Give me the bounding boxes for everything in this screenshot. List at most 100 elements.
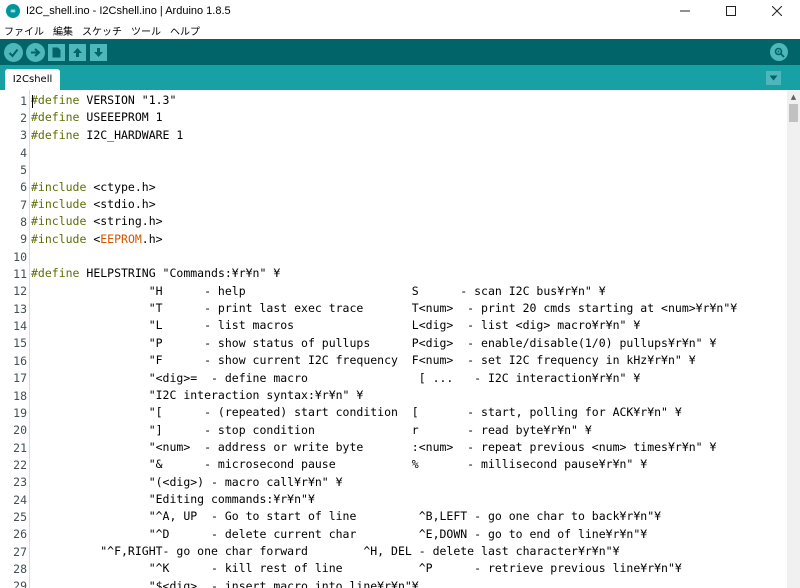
preprocessor-keyword: #define xyxy=(31,93,80,107)
code-line[interactable]: "(<dig>) - macro call¥r¥n" ¥ xyxy=(31,474,737,491)
line-number-text: 4 xyxy=(20,145,27,160)
code-line[interactable] xyxy=(31,161,737,178)
toolbar xyxy=(0,39,800,65)
tab-i2cshell[interactable]: I2Cshell xyxy=(5,69,60,90)
upload-icon xyxy=(31,47,41,57)
line-number-text: 7 xyxy=(20,197,27,212)
line-number: 25 xyxy=(0,508,27,525)
code-line[interactable]: "& - microsecond pause % - millisecond p… xyxy=(31,456,737,473)
new-sketch-button[interactable] xyxy=(48,43,65,61)
code-line[interactable]: #include <EEPROM.h> xyxy=(31,231,737,248)
menu-file[interactable]: ファイル xyxy=(4,23,44,38)
line-number-text: 20 xyxy=(13,423,27,438)
line-number-text: 25 xyxy=(13,509,27,524)
code-line[interactable]: "] - stop condition r - read byte¥r¥n" ¥ xyxy=(31,422,737,439)
line-number: 1 xyxy=(0,92,27,109)
verify-button[interactable] xyxy=(4,42,23,62)
code-line[interactable]: "^F,RIGHT- go one char forward ^H, DEL -… xyxy=(31,543,737,560)
open-button[interactable] xyxy=(69,43,86,61)
line-number: 29 xyxy=(0,578,27,588)
minimize-icon xyxy=(680,10,690,12)
line-number: 16 xyxy=(0,352,27,369)
code-text: "Editing commands:¥r¥n"¥ xyxy=(31,491,315,506)
preprocessor-keyword: #define xyxy=(31,266,80,281)
code-line[interactable]: "^A, UP - Go to start of line ^B,LEFT - … xyxy=(31,508,737,525)
library-keyword: EEPROM xyxy=(100,231,142,246)
code-line[interactable]: "T - print last exec trace T<num> - prin… xyxy=(31,300,738,317)
line-number: 18 xyxy=(0,387,27,404)
code-text-area[interactable]: #define VERSION "1.3" #define USEEEPROM 1… xyxy=(31,92,737,588)
code-line[interactable]: "I2C interaction syntax:¥r¥n" ¥ xyxy=(31,387,737,404)
code-line[interactable]: #define USEEEPROM 1 xyxy=(31,109,737,126)
serial-monitor-button[interactable] xyxy=(770,43,788,61)
serial-monitor-icon xyxy=(774,47,785,58)
code-line[interactable] xyxy=(31,144,737,161)
code-line[interactable]: #define VERSION "1.3" xyxy=(31,92,737,109)
line-number: 4 xyxy=(0,144,27,161)
menu-sketch[interactable]: スケッチ xyxy=(82,23,122,38)
arduino-logo-icon: ∞ xyxy=(6,4,20,18)
maximize-icon xyxy=(726,6,736,16)
line-number-text: 9 xyxy=(20,232,27,247)
code-line[interactable]: "F - show current I2C frequency F<num> -… xyxy=(31,352,737,369)
tab-bar: I2Cshell xyxy=(0,65,800,90)
menu-tools[interactable]: ツール xyxy=(131,23,161,38)
scrollbar-thumb[interactable] xyxy=(789,104,798,122)
verify-icon xyxy=(8,48,19,58)
preprocessor-keyword: #define xyxy=(31,127,80,142)
save-button[interactable] xyxy=(90,43,107,61)
code-line[interactable]: "P - show status of pullups P<dig> - ena… xyxy=(31,335,737,352)
line-number-text: 5 xyxy=(20,163,27,178)
line-number: 28 xyxy=(0,560,27,577)
code-line[interactable]: "L - list macros L<dig> - list <dig> mac… xyxy=(31,317,737,334)
new-icon xyxy=(52,47,61,57)
preprocessor-keyword: #include xyxy=(31,231,87,246)
scroll-up-icon[interactable]: ▲ xyxy=(787,90,800,103)
menu-edit[interactable]: 編集 xyxy=(53,23,73,38)
close-icon xyxy=(772,6,782,16)
line-number: 6 xyxy=(0,179,27,196)
code-line[interactable]: #define I2C_HARDWARE 1 xyxy=(31,127,737,144)
code-line[interactable]: "<dig>= - define macro [ ... - I2C inter… xyxy=(31,370,737,387)
line-number-text: 12 xyxy=(13,284,27,299)
preprocessor-keyword: #define xyxy=(31,110,80,125)
upload-button[interactable] xyxy=(26,42,45,62)
code-line[interactable]: "Editing commands:¥r¥n"¥ xyxy=(31,491,737,508)
code-line[interactable]: "$<dig> - insert macro into line¥r¥n"¥ xyxy=(31,578,737,588)
code-text: "P - show status of pullups P<dig> - ena… xyxy=(31,335,717,350)
code-text: "L - list macros L<dig> - list <dig> mac… xyxy=(31,318,641,333)
maximize-button[interactable] xyxy=(708,0,754,22)
code-line[interactable]: "^K - kill rest of line ^P - retrieve pr… xyxy=(31,560,737,577)
preprocessor-keyword: #include xyxy=(31,197,87,212)
line-number: 20 xyxy=(0,422,27,439)
code-line[interactable]: #include <ctype.h> xyxy=(31,179,737,196)
text-caret xyxy=(32,95,33,108)
code-line[interactable]: "<num> - address or write byte :<num> - … xyxy=(31,439,737,456)
line-number: 15 xyxy=(0,335,27,352)
line-number-text: 27 xyxy=(13,544,27,559)
close-button[interactable] xyxy=(754,0,800,22)
code-line[interactable]: "^D - delete current char ^E,DOWN - go t… xyxy=(31,526,737,543)
code-line[interactable]: "[ - (repeated) start condition [ - star… xyxy=(31,404,737,421)
line-number: 8 xyxy=(0,213,27,230)
code-text: "(<dig>) - macro call¥r¥n" ¥ xyxy=(31,474,343,489)
line-number: 26 xyxy=(0,526,27,543)
tab-menu-button[interactable] xyxy=(766,71,781,85)
preprocessor-keyword: #include xyxy=(31,214,87,229)
line-number-text: 8 xyxy=(20,215,27,230)
code-line[interactable]: #include <stdio.h> xyxy=(31,196,737,213)
menu-help[interactable]: ヘルプ xyxy=(170,23,200,38)
code-line[interactable]: #include <string.h> xyxy=(31,213,737,230)
vertical-scrollbar[interactable]: ▲ xyxy=(787,90,800,588)
line-number-text: 26 xyxy=(13,527,27,542)
code-editor[interactable]: 1 2 3 4 5 6 7 8 9 10 11 12 13 14 15 16 17 18 19 20 21 22 23 24 2… xyxy=(0,90,787,588)
code-line[interactable]: #define HELPSTRING "Commands:¥r¥n" ¥ xyxy=(31,265,737,282)
line-number-text: 19 xyxy=(13,405,27,420)
code-line[interactable] xyxy=(31,248,737,265)
line-number-text: 24 xyxy=(13,492,27,507)
code-line[interactable]: "H - help S - scan I2C bus¥r¥n" ¥ xyxy=(31,283,737,300)
code-text: <string.h> xyxy=(86,214,163,229)
minimize-button[interactable] xyxy=(662,0,708,22)
code-text: <ctype.h> xyxy=(86,179,156,194)
line-number-text: 13 xyxy=(13,301,27,316)
